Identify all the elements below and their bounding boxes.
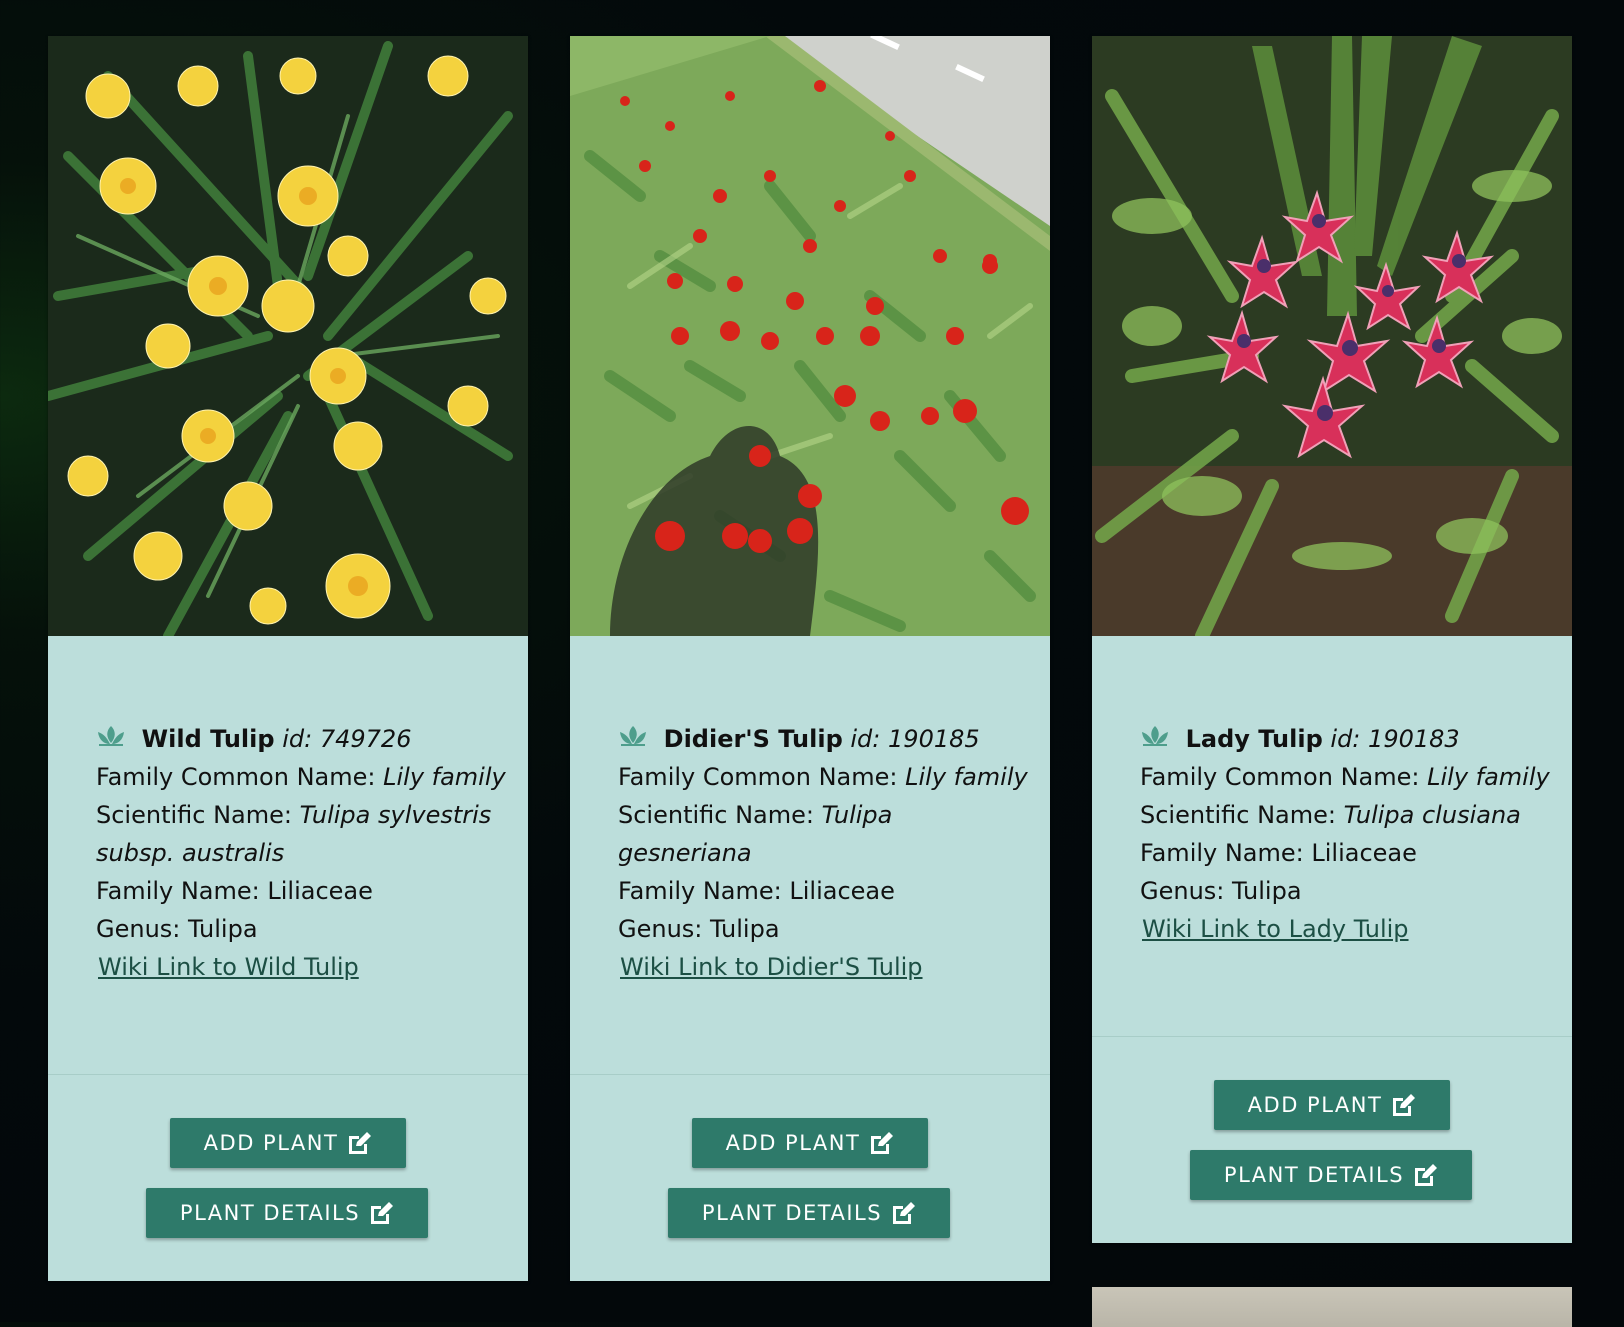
genus: Genus: Tulipa xyxy=(618,910,1028,948)
lotus-icon xyxy=(96,725,126,747)
wiki-link[interactable]: Wiki Link to Lady Tulip xyxy=(1142,915,1409,943)
card-divider xyxy=(570,1074,1050,1075)
scientific-label: Scientific Name: xyxy=(96,801,292,829)
genus-value: Tulipa xyxy=(1232,877,1302,905)
family-name-label: Family Name: xyxy=(618,877,782,905)
family-name: Family Name: Liliaceae xyxy=(96,872,506,910)
plant-details-label: PLANT DETAILS xyxy=(179,1201,361,1225)
family-common-value: Lily family xyxy=(383,763,506,791)
add-plant-label: ADD PLANT xyxy=(725,1131,861,1155)
plant-info: Didier'S Tulip id: 190185 Family Common … xyxy=(618,720,1028,986)
plant-title: Didier'S Tulip id: 190185 xyxy=(618,720,1028,758)
plant-id-value: 190185 xyxy=(888,725,980,753)
family-common-name: Family Common Name: Lily family xyxy=(1140,758,1550,796)
wiki-link-row: Wiki Link to Didier'S Tulip xyxy=(618,948,1028,986)
genus: Genus: Tulipa xyxy=(96,910,506,948)
scientific-name: Scientific Name: Tulipa sylvestris subsp… xyxy=(96,796,506,872)
wiki-link[interactable]: Wiki Link to Didier'S Tulip xyxy=(620,953,923,981)
family-common-name: Family Common Name: Lily family xyxy=(618,758,1028,796)
plant-info: Wild Tulip id: 749726 Family Common Name… xyxy=(96,720,506,986)
wiki-link-row: Wiki Link to Lady Tulip xyxy=(1140,910,1550,948)
scientific-name: Scientific Name: Tulipa clusiana xyxy=(1140,796,1550,834)
family-name: Family Name: Liliaceae xyxy=(618,872,1028,910)
genus-label: Genus: xyxy=(618,915,703,943)
plant-id-value: 190183 xyxy=(1368,725,1460,753)
plant-id-label: id: xyxy=(850,725,881,753)
edit-icon xyxy=(1412,1163,1438,1187)
family-name-value: Liliaceae xyxy=(789,877,895,905)
add-plant-label: ADD PLANT xyxy=(1247,1093,1383,1117)
lotus-icon xyxy=(1140,725,1170,747)
family-common-name: Family Common Name: Lily family xyxy=(96,758,506,796)
genus-label: Genus: xyxy=(1140,877,1225,905)
plant-details-label: PLANT DETAILS xyxy=(1223,1163,1405,1187)
genus: Genus: Tulipa xyxy=(1140,872,1550,910)
card-divider xyxy=(1092,1036,1572,1037)
family-name-value: Liliaceae xyxy=(267,877,373,905)
edit-icon xyxy=(1390,1093,1416,1117)
plant-name: Wild Tulip xyxy=(141,725,275,753)
family-name: Family Name: Liliaceae xyxy=(1140,834,1550,872)
wiki-link[interactable]: Wiki Link to Wild Tulip xyxy=(98,953,359,981)
add-plant-button[interactable]: ADD PLANT xyxy=(1214,1080,1450,1130)
family-name-label: Family Name: xyxy=(1140,839,1304,867)
plant-details-button[interactable]: PLANT DETAILS xyxy=(146,1188,428,1238)
family-common-label: Family Common Name: xyxy=(618,763,898,791)
plant-card: Didier'S Tulip id: 190185 Family Common … xyxy=(570,36,1050,1281)
edit-icon xyxy=(890,1201,916,1225)
edit-icon xyxy=(368,1201,394,1225)
next-plant-card-photo xyxy=(1092,1287,1572,1327)
family-common-label: Family Common Name: xyxy=(1140,763,1420,791)
scientific-value: Tulipa clusiana xyxy=(1343,801,1521,829)
plant-photo xyxy=(570,36,1050,636)
scientific-label: Scientific Name: xyxy=(1140,801,1336,829)
plant-name: Lady Tulip xyxy=(1185,725,1323,753)
plant-title: Wild Tulip id: 749726 xyxy=(96,720,506,758)
lotus-icon xyxy=(618,725,648,747)
family-name-label: Family Name: xyxy=(96,877,260,905)
scientific-name: Scientific Name: Tulipa gesneriana xyxy=(618,796,1028,872)
genus-value: Tulipa xyxy=(188,915,258,943)
wiki-link-row: Wiki Link to Wild Tulip xyxy=(96,948,506,986)
plant-details-label: PLANT DETAILS xyxy=(701,1201,883,1225)
edit-icon xyxy=(346,1131,372,1155)
plant-id-value: 749726 xyxy=(319,725,412,753)
plant-card: Wild Tulip id: 749726 Family Common Name… xyxy=(48,36,528,1281)
plant-details-button[interactable]: PLANT DETAILS xyxy=(1190,1150,1472,1200)
card-divider xyxy=(48,1074,528,1075)
scientific-label: Scientific Name: xyxy=(618,801,814,829)
plant-id-label: id: xyxy=(282,725,313,753)
plant-details-button[interactable]: PLANT DETAILS xyxy=(668,1188,950,1238)
family-name-value: Liliaceae xyxy=(1311,839,1417,867)
add-plant-button[interactable]: ADD PLANT xyxy=(692,1118,928,1168)
plant-info: Lady Tulip id: 190183 Family Common Name… xyxy=(1140,720,1550,948)
plant-card: Lady Tulip id: 190183 Family Common Name… xyxy=(1092,36,1572,1243)
family-common-value: Lily family xyxy=(1427,763,1550,791)
add-plant-button[interactable]: ADD PLANT xyxy=(170,1118,406,1168)
add-plant-label: ADD PLANT xyxy=(203,1131,339,1155)
family-common-value: Lily family xyxy=(905,763,1028,791)
plant-title: Lady Tulip id: 190183 xyxy=(1140,720,1550,758)
genus-value: Tulipa xyxy=(710,915,780,943)
plant-name: Didier'S Tulip xyxy=(663,725,843,753)
plant-photo xyxy=(1092,36,1572,636)
edit-icon xyxy=(868,1131,894,1155)
plant-photo xyxy=(48,36,528,636)
plant-id-label: id: xyxy=(1330,725,1361,753)
family-common-label: Family Common Name: xyxy=(96,763,376,791)
genus-label: Genus: xyxy=(96,915,181,943)
